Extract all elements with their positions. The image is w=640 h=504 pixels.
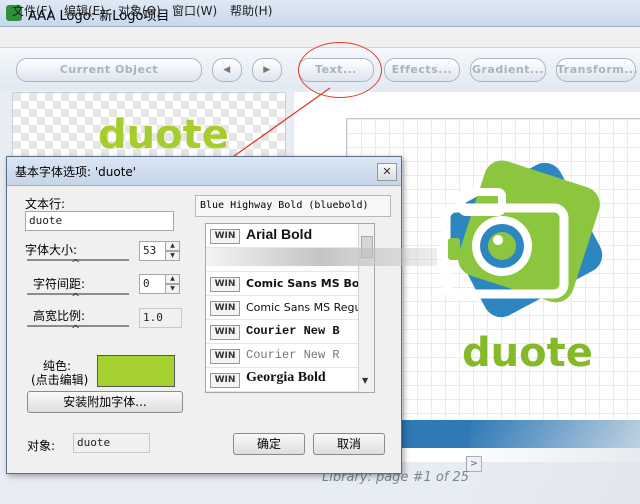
prev-object-button[interactable]: ◀	[212, 58, 242, 82]
menu-edit[interactable]: 编辑(E)	[64, 2, 105, 19]
watermark-overlay	[470, 420, 640, 504]
win-badge: WIN	[210, 373, 240, 388]
char-spacing-input[interactable]: 0	[139, 274, 166, 294]
effects-button[interactable]: Effects...	[384, 58, 460, 82]
color-hint-label: (点击编辑)	[31, 373, 89, 387]
blur-overlay	[205, 248, 437, 266]
color-swatch[interactable]	[97, 355, 175, 387]
win-badge: WIN	[210, 229, 240, 244]
font-name: Arial Bold	[246, 226, 313, 242]
font-list-item[interactable]: WIN Georgia Bold	[206, 368, 358, 392]
next-object-button[interactable]: ▶	[252, 58, 282, 82]
object-value: duote	[73, 433, 150, 453]
object-label: 对象:	[27, 439, 56, 453]
font-list-item[interactable]: WIN Courier New B	[206, 320, 358, 344]
menu-help[interactable]: 帮助(H)	[230, 2, 272, 19]
win-badge: WIN	[210, 277, 240, 292]
aspect-ratio-label: 高宽比例:	[33, 309, 86, 323]
menu-file[interactable]: 文件(F)	[12, 2, 52, 19]
current-object-button[interactable]: Current Object	[16, 58, 202, 82]
font-list-item[interactable]: WIN Courier New R	[206, 344, 358, 368]
font-list-item[interactable]: WIN Comic Sans MS Regu	[206, 296, 362, 320]
font-name: Courier New B	[246, 324, 340, 338]
char-spacing-down[interactable]: ▼	[165, 284, 180, 294]
font-name: Courier New R	[246, 348, 340, 362]
font-list-item[interactable]: WIN Comic Sans MS Bo	[206, 272, 360, 296]
font-size-label: 字体大小:	[25, 243, 78, 257]
win-badge: WIN	[210, 325, 240, 340]
gradient-button[interactable]: Gradient...	[470, 58, 546, 82]
lens-highlight	[493, 235, 503, 245]
font-size-down[interactable]: ▼	[165, 251, 180, 261]
menu-object[interactable]: 对象(O)	[118, 2, 161, 19]
font-size-input[interactable]: 53	[139, 241, 166, 261]
install-fonts-button[interactable]: 安装附加字体...	[27, 391, 183, 413]
win-badge: WIN	[210, 349, 240, 364]
font-size-slider-thumb[interactable]: ^	[71, 257, 80, 270]
cancel-button[interactable]: 取消	[313, 433, 385, 455]
ok-button[interactable]: 确定	[233, 433, 305, 455]
font-name: Comic Sans MS Bo	[246, 277, 360, 290]
text-line-input[interactable]: duote	[25, 211, 174, 231]
dialog-close-button[interactable]: ✕	[377, 163, 397, 181]
font-name: Georgia Bold	[246, 370, 326, 385]
annotation-ring	[298, 42, 382, 98]
menu-window[interactable]: 窗口(W)	[172, 2, 217, 19]
char-spacing-label: 字符间距:	[33, 277, 86, 291]
dialog-title: 基本字体选项: 'duote'	[15, 165, 137, 179]
aspect-ratio-slider-thumb[interactable]: ^	[71, 323, 80, 336]
text-line-label: 文本行:	[25, 197, 66, 211]
camera-logo-icon[interactable]	[418, 150, 628, 330]
logo-text[interactable]: duote	[462, 330, 593, 376]
char-spacing-slider-thumb[interactable]: ^	[71, 291, 80, 304]
aspect-ratio-value: 1.0	[139, 308, 182, 328]
camera-lens-green	[488, 232, 516, 260]
preview-text: duote	[98, 112, 229, 158]
camera-flash	[448, 238, 460, 260]
current-font-display: Blue Highway Bold (bluebold)	[195, 195, 391, 217]
font-size-up[interactable]: ▲	[165, 241, 180, 251]
font-name: Comic Sans MS Regu	[246, 301, 362, 314]
transform-button[interactable]: Transform...	[556, 58, 638, 82]
scroll-down-icon[interactable]: ▼	[362, 376, 368, 385]
win-badge: WIN	[210, 301, 240, 316]
char-spacing-up[interactable]: ▲	[165, 274, 180, 284]
font-options-dialog: 基本字体选项: 'duote' ✕ 文本行: duote 字体大小: ^ 53 …	[6, 156, 402, 474]
font-list-item[interactable]: WIN Arial Bold	[206, 224, 358, 248]
